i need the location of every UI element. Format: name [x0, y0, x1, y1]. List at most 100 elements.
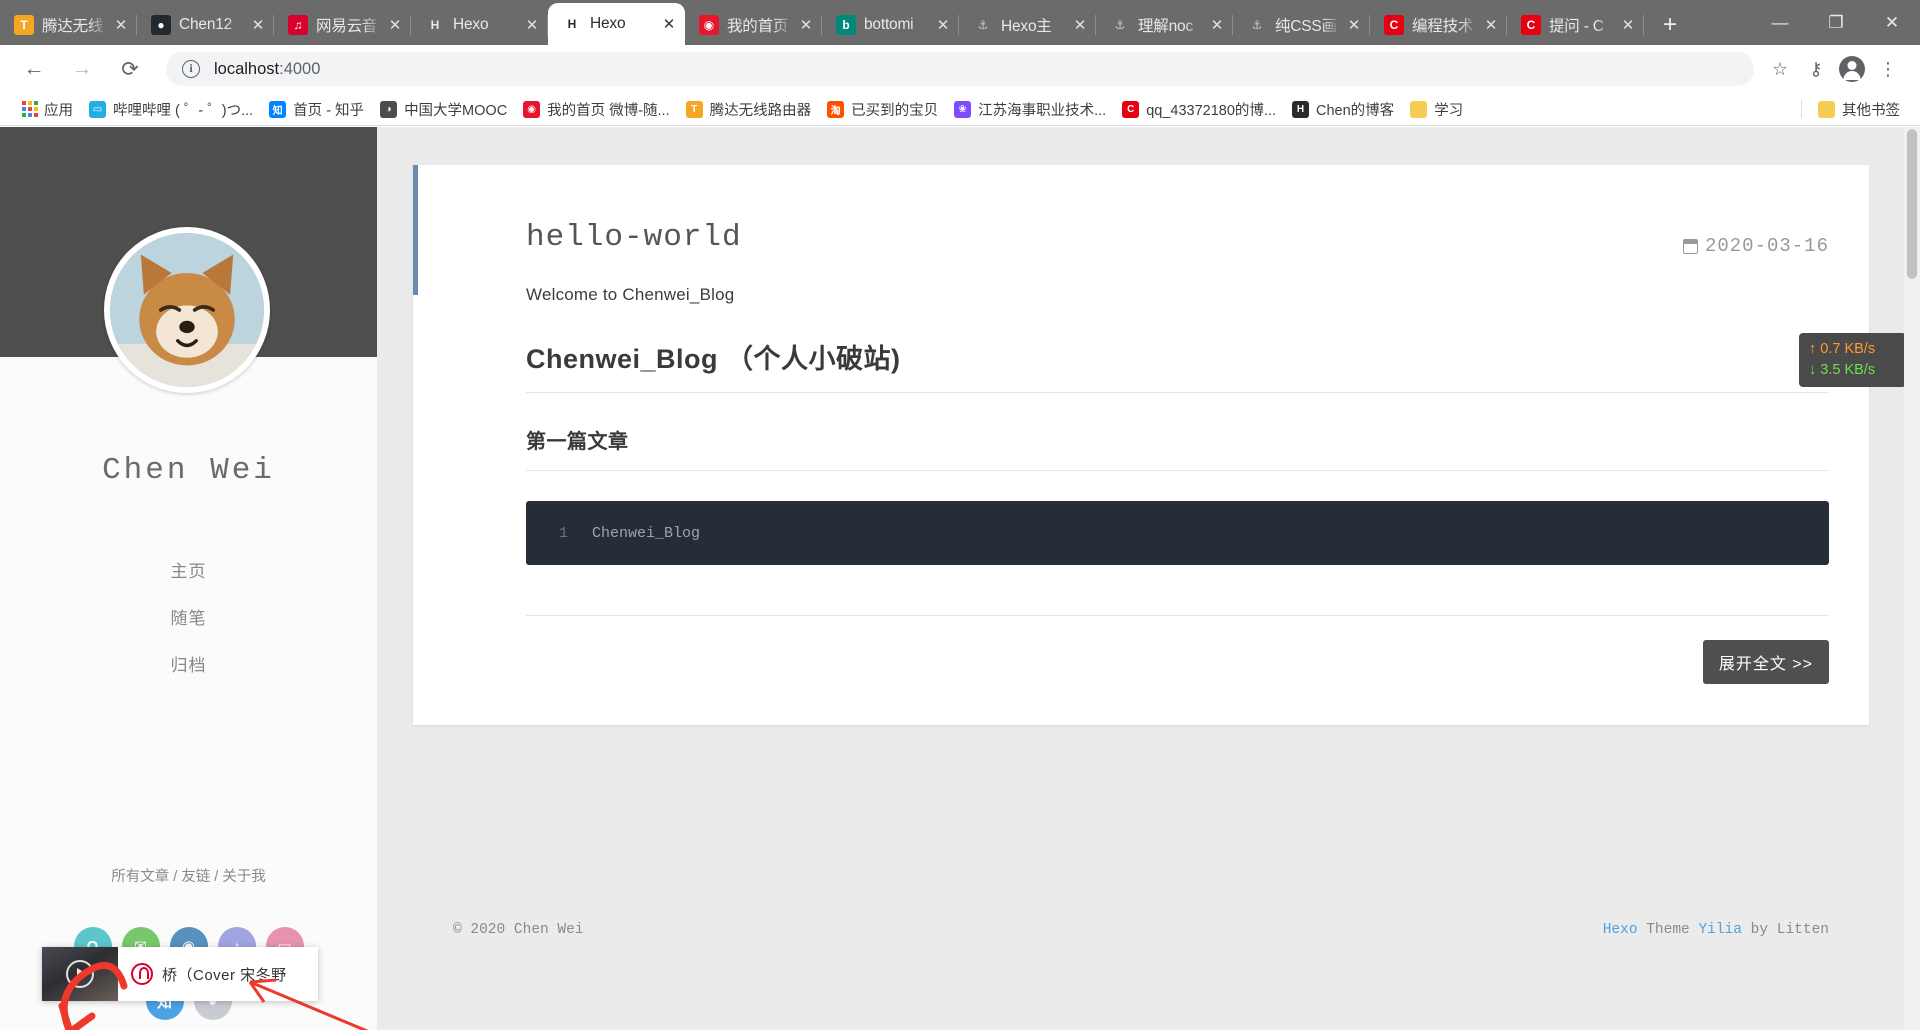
theme-credit: Hexo Theme Yilia by Litten: [1603, 922, 1829, 938]
read-more-button[interactable]: 展开全文 >>: [1702, 640, 1829, 684]
address-bar[interactable]: i localhost:4000: [166, 52, 1754, 86]
bookmark-item[interactable]: T 腾达无线路由器: [678, 96, 820, 122]
sidebar-nav: 主页 随笔 归档: [0, 557, 377, 698]
forward-button[interactable]: →: [62, 49, 102, 89]
music-cover-art[interactable]: [42, 947, 118, 1001]
tenda-icon: T: [14, 15, 34, 35]
sidebar-item-home[interactable]: 主页: [0, 557, 377, 582]
tab-close-button[interactable]: ✕: [657, 15, 681, 33]
csdn-icon: C: [1521, 15, 1541, 35]
bookmark-star-icon[interactable]: ☆: [1762, 51, 1798, 87]
csdn-icon: C: [1122, 100, 1140, 118]
new-tab-button[interactable]: +: [1650, 5, 1690, 45]
tab-close-button[interactable]: ✕: [1479, 16, 1503, 34]
post-title[interactable]: hello-world: [526, 220, 742, 255]
back-button[interactable]: ←: [14, 49, 54, 89]
tab-close-button[interactable]: ✕: [1068, 16, 1092, 34]
post-date: 2020-03-16: [1682, 235, 1829, 257]
browser-tab[interactable]: ◉ 我的首页 ✕: [685, 5, 822, 45]
copyright-text: © 2020 Chen Wei: [453, 922, 584, 938]
browser-tab[interactable]: H Hexo ✕: [411, 5, 548, 45]
download-speed: ↓ 3.5 KB/s: [1809, 362, 1876, 378]
window-minimize-button[interactable]: —: [1752, 0, 1808, 45]
post-card: hello-world 2020-03-16 Welcome to Chenwe…: [413, 165, 1869, 725]
browser-tab[interactable]: ⚓ 理解noc ✕: [1096, 5, 1233, 45]
browser-tab[interactable]: T 腾达无线 ✕: [0, 5, 137, 45]
browser-tab-title: 编程技术: [1412, 18, 1474, 35]
browser-tab[interactable]: ⚓ 纯CSS画 ✕: [1233, 5, 1370, 45]
reload-button[interactable]: ⟳: [110, 49, 150, 89]
network-speed-badge: ↑ 0.7 KB/s ↓ 3.5 KB/s: [1799, 333, 1906, 387]
bilibili-icon: ▭: [89, 100, 106, 118]
browser-tab[interactable]: H Hexo ✕: [548, 3, 685, 45]
browser-tab[interactable]: C 编程技术 ✕: [1370, 5, 1507, 45]
browser-tab-title: 纯CSS画: [1275, 18, 1337, 35]
bookmark-label: qq_43372180的博...: [1146, 102, 1277, 119]
bookmark-label: 已买到的宝贝: [851, 102, 939, 119]
avatar: [104, 227, 270, 393]
bookmark-label: 应用: [44, 102, 73, 119]
sidebar-sub-link[interactable]: 友链: [181, 869, 210, 885]
tab-close-button[interactable]: ✕: [520, 16, 544, 34]
sidebar-item-archives[interactable]: 归档: [0, 651, 377, 676]
yilia-link[interactable]: Yilia: [1698, 922, 1742, 938]
hexo-link[interactable]: Hexo: [1603, 922, 1638, 938]
browser-menu-button[interactable]: ⋮: [1870, 51, 1906, 87]
jsmi-icon: ❀: [954, 100, 972, 118]
bookmark-label: 中国大学MOOC: [404, 102, 508, 119]
music-track-title: 桥（Cover 宋冬野: [162, 966, 287, 984]
bookmark-label: 哔哩哔哩 ( ゜- ゜)つ...: [113, 102, 254, 119]
code-block: 1 Chenwei_Blog: [526, 501, 1829, 565]
post-welcome-text: Welcome to Chenwei_Blog: [526, 285, 735, 304]
sidebar-sub-link[interactable]: 所有文章: [111, 869, 169, 885]
sidebar-item-essays[interactable]: 随笔: [0, 604, 377, 629]
sidebar-sub-link[interactable]: 关于我: [222, 869, 266, 885]
password-key-icon[interactable]: ⚷: [1798, 51, 1834, 87]
profile-avatar[interactable]: [1834, 51, 1870, 87]
browser-tab[interactable]: ● Chen12 ✕: [137, 5, 274, 45]
folder-icon: [1818, 100, 1835, 118]
tab-close-button[interactable]: ✕: [794, 16, 818, 34]
weibo-icon: ◉: [523, 100, 541, 118]
bookmark-other[interactable]: 其他书签: [1810, 96, 1908, 122]
window-maximize-button[interactable]: ❐: [1808, 0, 1864, 45]
bookmark-item[interactable]: Cqq_43372180的博...: [1114, 96, 1284, 122]
bookmark-item[interactable]: ◉ 我的首页 微博-随...: [515, 96, 677, 122]
tab-close-button[interactable]: ✕: [109, 16, 133, 34]
bookmarks-separator: [1801, 100, 1802, 118]
tab-close-button[interactable]: ✕: [1616, 16, 1640, 34]
bookmark-item[interactable]: ❀ 江苏海事职业技术...: [946, 96, 1114, 122]
bookmark-item[interactable]: 学习: [1402, 96, 1471, 122]
web-page: Chen Wei 主页随笔归档 所有文章/友链/关于我 Q✉◉♪▭ 知● hel…: [0, 127, 1920, 1030]
bookmark-label: Chen的博客: [1316, 102, 1395, 119]
window-close-button[interactable]: ✕: [1864, 0, 1920, 45]
play-icon[interactable]: [66, 960, 94, 988]
code-line-text: Chenwei_Blog: [592, 524, 701, 542]
browser-tab[interactable]: ♫ 网易云音 ✕: [274, 5, 411, 45]
browser-tab-title: 我的首页: [727, 18, 789, 35]
browser-tab[interactable]: b bottomi ✕: [822, 5, 959, 45]
tab-close-button[interactable]: ✕: [931, 16, 955, 34]
bookmark-item[interactable]: 应用: [12, 96, 81, 122]
bookmark-item[interactable]: ◑ 中国大学MOOC: [372, 96, 515, 122]
tab-close-button[interactable]: ✕: [383, 16, 407, 34]
tab-close-button[interactable]: ✕: [1205, 16, 1229, 34]
browser-toolbar: ← → ⟳ i localhost:4000 ☆ ⚷ ⋮: [0, 45, 1920, 93]
browser-tab[interactable]: C 提问 - C ✕: [1507, 5, 1644, 45]
site-info-icon[interactable]: i: [182, 60, 200, 78]
tab-close-button[interactable]: ✕: [246, 16, 270, 34]
post-footer: 展开全文 >>: [526, 615, 1829, 684]
bookmark-item[interactable]: H Chen的博客: [1284, 96, 1402, 122]
bookmark-label: 腾达无线路由器: [709, 102, 812, 119]
bookmark-item[interactable]: 淘已买到的宝贝: [819, 96, 946, 122]
bookmark-item[interactable]: ▭ 哔哩哔哩 ( ゜- ゜)つ...: [81, 96, 261, 122]
page-scrollbar[interactable]: [1904, 127, 1920, 1030]
tab-close-button[interactable]: ✕: [1342, 16, 1366, 34]
csdn-icon: C: [1384, 15, 1404, 35]
screen: T 腾达无线 ✕ ● Chen12 ✕ ♫ 网易云音 ✕ H Hexo ✕ H Hexo ✕ ◉ 我的首页 ✕ b b…: [0, 0, 1920, 1030]
scrollbar-thumb[interactable]: [1907, 129, 1917, 279]
browser-tab[interactable]: ⚓ Hexo主 ✕: [959, 5, 1096, 45]
bookmark-gray-icon: ⚓: [1251, 18, 1263, 32]
bookmark-item[interactable]: 知首页 - 知乎: [261, 96, 372, 122]
netease-music-widget[interactable]: 桥（Cover 宋冬野: [42, 947, 318, 1001]
